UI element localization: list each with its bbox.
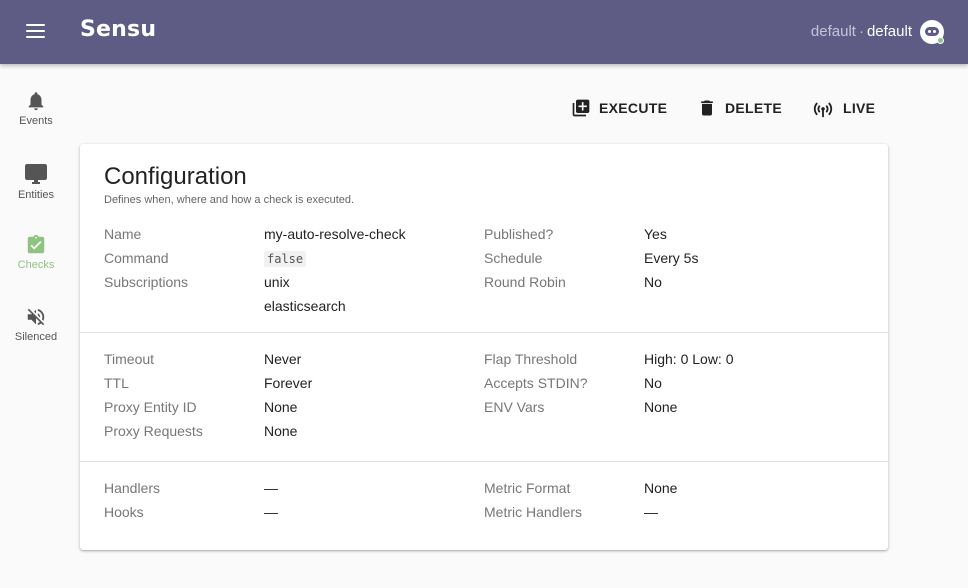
hooks-value: — [264, 504, 278, 520]
timeout-value: Never [264, 351, 302, 367]
card-title: Configuration [104, 163, 247, 190]
nav-label-silenced: Silenced [14, 331, 58, 343]
clipboard-check-icon [27, 234, 45, 254]
subscription-value-1: unix [264, 274, 290, 290]
env-vars-key: ENV Vars [484, 399, 545, 415]
menu-icon[interactable] [26, 24, 46, 40]
round-robin-key: Round Robin [484, 274, 566, 290]
command-key: Command [104, 250, 169, 266]
divider [80, 461, 888, 462]
app-bar: Sensu default · default [0, 0, 968, 64]
nav-item-entities[interactable]: Entities [0, 162, 72, 222]
accepts-stdin-key: Accepts STDIN? [484, 375, 588, 391]
app-logo[interactable]: Sensu [80, 17, 156, 42]
flap-threshold-key: Flap Threshold [484, 351, 578, 367]
flap-threshold-value: High: 0 Low: 0 [644, 351, 734, 367]
nav-label-events: Events [19, 115, 53, 127]
live-label: LIVE [843, 100, 876, 116]
proxy-requests-value: None [264, 423, 298, 439]
ttl-value: Forever [264, 375, 313, 391]
metric-format-key: Metric Format [484, 480, 571, 496]
namespace-selector[interactable]: default · default [811, 23, 912, 40]
proxy-entity-id-value: None [264, 399, 298, 415]
nav-item-checks[interactable]: Checks [0, 234, 72, 294]
volume-off-icon [27, 308, 45, 326]
metric-handlers-value: — [644, 504, 658, 520]
proxy-entity-id-key: Proxy Entity ID [104, 399, 197, 415]
delete-label: DELETE [725, 100, 783, 116]
nav-label-entities: Entities [17, 189, 55, 201]
namespace-separator: · [858, 23, 864, 40]
org-label: default [810, 23, 856, 40]
published-value: Yes [644, 226, 667, 242]
bell-icon [28, 92, 44, 111]
handlers-value: — [264, 480, 278, 496]
add-box-icon [572, 99, 590, 117]
schedule-key: Schedule [484, 250, 543, 266]
handlers-key: Handlers [104, 480, 161, 496]
configuration-card: Configuration Defines when, where and ho… [80, 144, 888, 550]
round-robin-value: No [644, 274, 662, 290]
nav-label-checks: Checks [17, 259, 55, 271]
command-code: false [264, 251, 307, 267]
subscriptions-key: Subscriptions [104, 274, 189, 290]
name-value: my-auto-resolve-check [264, 226, 406, 242]
monitor-icon [25, 164, 47, 184]
subscription-value-2: elasticsearch [264, 298, 346, 314]
proxy-requests-key: Proxy Requests [104, 423, 203, 439]
nav-item-silenced[interactable]: Silenced [0, 306, 72, 366]
execute-button[interactable]: EXECUTE [571, 96, 667, 120]
accepts-stdin-value: No [644, 375, 662, 391]
metric-handlers-key: Metric Handlers [484, 504, 583, 520]
name-key: Name [104, 226, 142, 242]
delete-button[interactable]: DELETE [697, 96, 782, 120]
broadcast-icon [813, 102, 833, 118]
trash-icon [701, 100, 713, 116]
command-value: false [264, 250, 307, 267]
user-avatar-icon[interactable] [920, 20, 944, 44]
execute-label: EXECUTE [599, 100, 668, 116]
schedule-value: Every 5s [644, 250, 699, 266]
ttl-key: TTL [104, 375, 129, 391]
env-label: default [866, 23, 912, 40]
published-key: Published? [484, 226, 554, 242]
metric-format-value: None [644, 480, 678, 496]
timeout-key: Timeout [104, 351, 155, 367]
hooks-key: Hooks [104, 504, 144, 520]
divider [80, 332, 888, 333]
live-button[interactable]: LIVE [811, 96, 875, 120]
card-subtitle: Defines when, where and how a check is e… [104, 194, 355, 206]
env-vars-value: None [644, 399, 678, 415]
nav-item-events[interactable]: Events [0, 90, 72, 150]
